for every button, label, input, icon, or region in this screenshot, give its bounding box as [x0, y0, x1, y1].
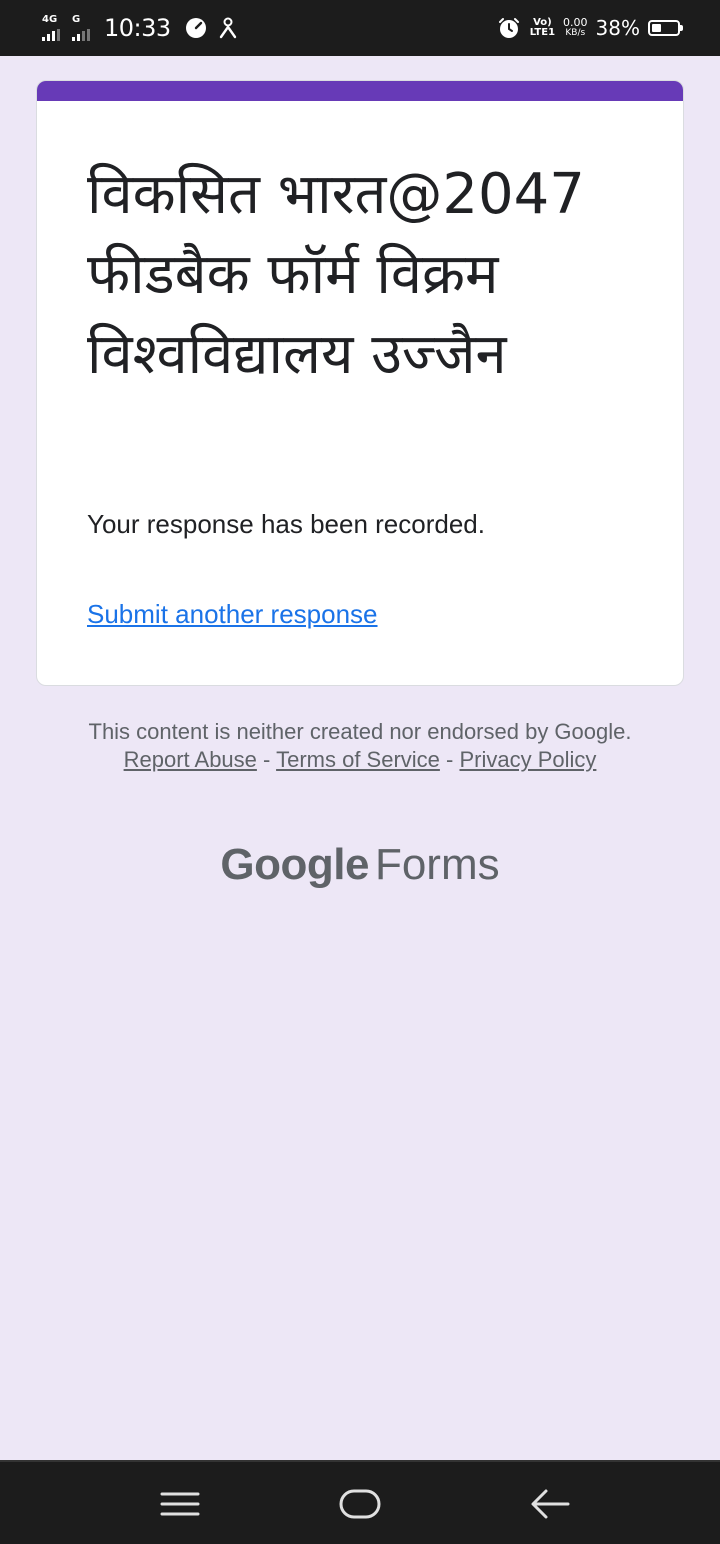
signal-4g-icon: 4G — [42, 14, 60, 41]
network-type-label: 4G — [42, 14, 58, 25]
speed-unit: KB/s — [565, 28, 586, 38]
back-icon[interactable] — [528, 1484, 572, 1524]
google-forms-logo[interactable]: Google Forms — [0, 840, 720, 890]
network-speed: 0.00 KB/s — [563, 17, 588, 39]
home-icon[interactable] — [338, 1484, 382, 1524]
menu-icon[interactable] — [158, 1484, 202, 1524]
battery-percent: 38% — [595, 16, 640, 40]
separator: - — [263, 747, 271, 772]
accessibility-icon — [219, 17, 236, 39]
alarm-icon — [498, 18, 519, 38]
status-bar: 4G G 10:33 Vo) LTE1 0.00 KB/s 38% — [0, 0, 720, 56]
battery-icon — [648, 20, 683, 36]
battery-fill — [652, 24, 661, 32]
logo-forms-text: Forms — [374, 840, 500, 889]
card-accent-bar — [37, 81, 683, 101]
speedometer-icon — [185, 18, 206, 38]
disclaimer-text: This content is neither created nor endo… — [88, 719, 632, 744]
privacy-policy-link[interactable]: Privacy Policy — [459, 747, 596, 772]
signal-g-icon: G — [72, 14, 90, 41]
footer-disclaimer: This content is neither created nor endo… — [80, 718, 640, 774]
report-abuse-link[interactable]: Report Abuse — [124, 747, 257, 772]
confirmation-card: विकसित भारत@2047 फीडबैक फॉर्म विक्रम विश… — [36, 80, 684, 686]
speed-value: 0.00 — [563, 16, 588, 29]
network-type-label: G — [72, 14, 81, 25]
volte-bottom-label: LTE1 — [529, 27, 556, 38]
confirmation-message: Your response has been recorded. — [87, 509, 485, 539]
terms-of-service-link[interactable]: Terms of Service — [276, 747, 440, 772]
clock: 10:33 — [104, 14, 171, 42]
form-title: विकसित भारत@2047 फीडबैक फॉर्म विक्रम विश… — [87, 162, 585, 387]
separator: - — [446, 747, 454, 772]
submit-another-response-link[interactable]: Submit another response — [87, 599, 378, 630]
navigation-bar — [0, 1460, 720, 1544]
volte-indicator: Vo) LTE1 — [530, 18, 555, 38]
logo-google-text: Google — [220, 840, 369, 889]
